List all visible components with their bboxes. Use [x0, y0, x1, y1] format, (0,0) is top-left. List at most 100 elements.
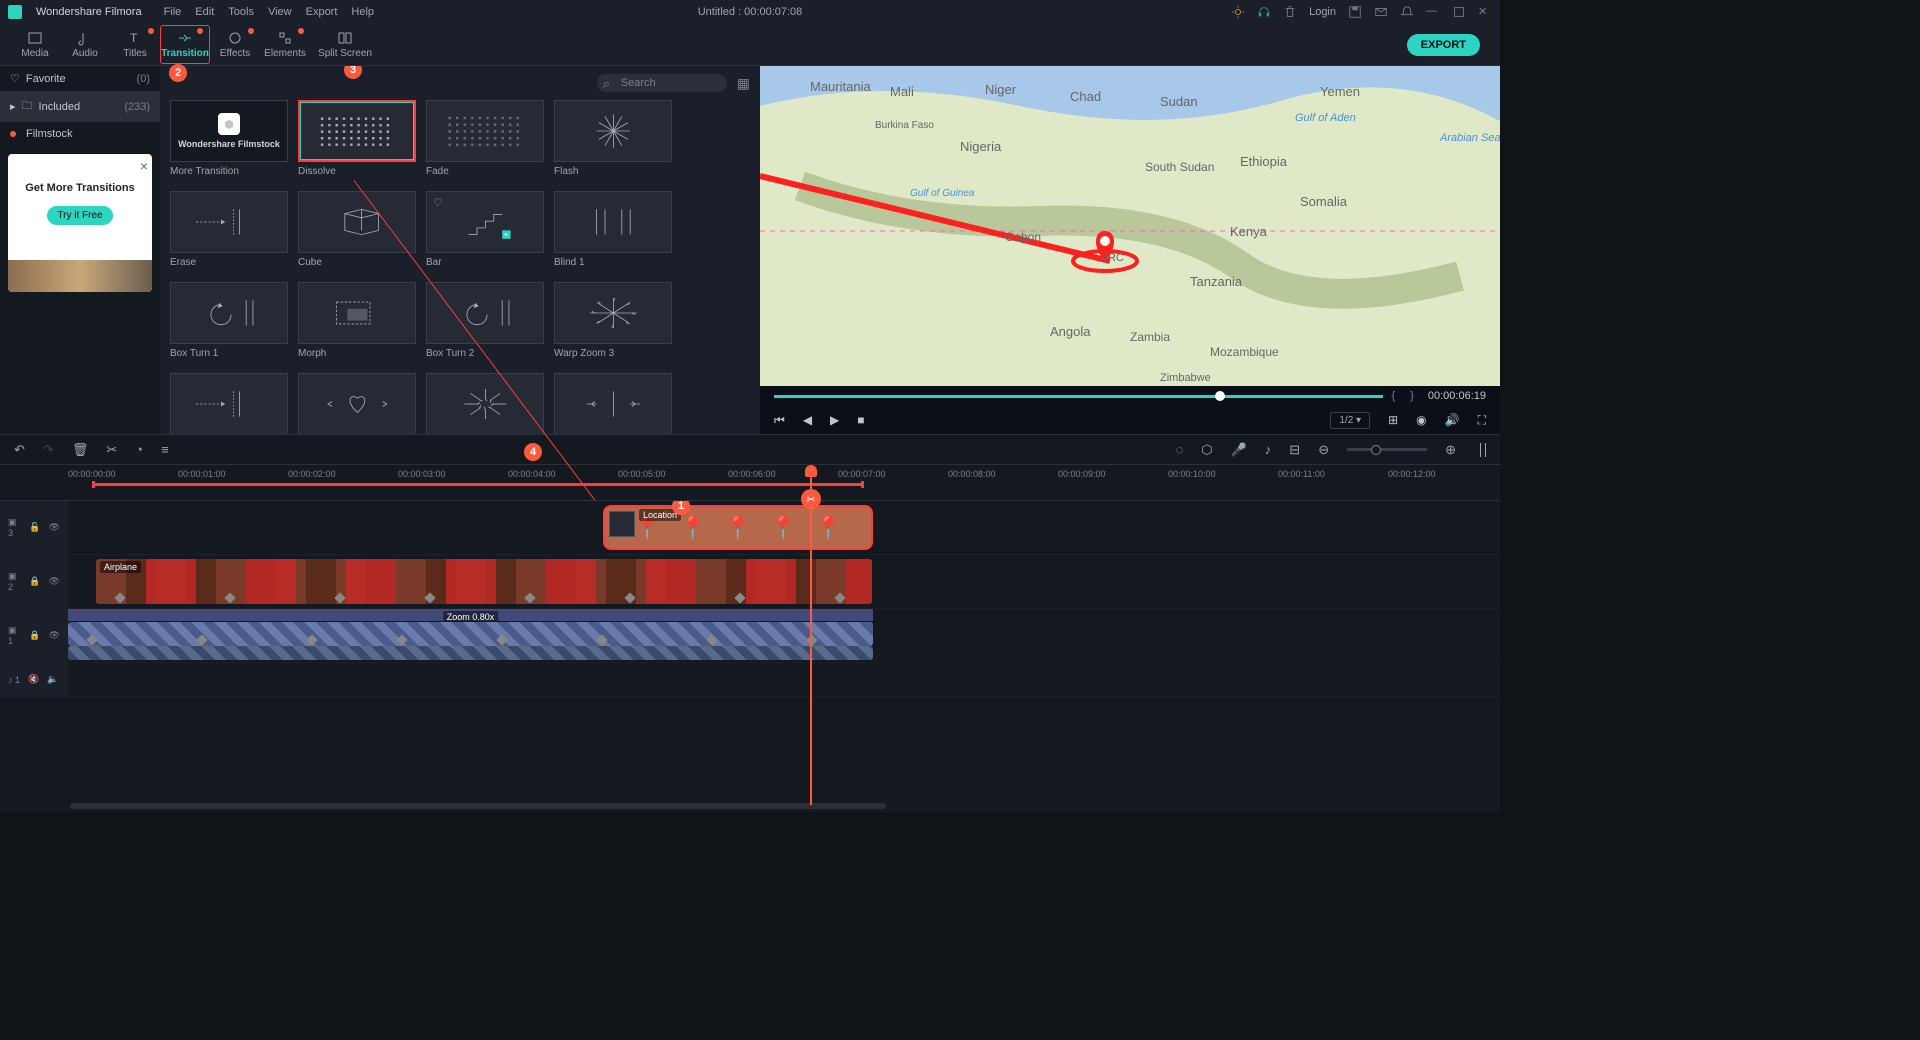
transition-item-14[interactable] [426, 373, 544, 434]
transition-more-transition[interactable]: ⬢Wondershare FilmstockMore Transition [170, 100, 288, 177]
quality-icon[interactable]: ⊞ [1388, 413, 1398, 427]
close-icon[interactable]: ✕ [1478, 5, 1492, 19]
undo-icon[interactable]: ↶ [14, 442, 25, 458]
save-icon[interactable] [1348, 5, 1362, 19]
ruler-tick: 00:00:12:00 [1388, 469, 1436, 479]
adjust-icon[interactable]: ≡ [161, 442, 169, 457]
zoom-out-icon[interactable]: ⊖ [1318, 442, 1329, 458]
trash-icon[interactable] [1283, 5, 1297, 19]
clip-airplane[interactable]: Airplane [96, 559, 872, 604]
tab-media[interactable]: Media [10, 26, 60, 63]
preview-zoom[interactable]: 1/2 ▾ [1330, 412, 1370, 429]
lock-icon[interactable]: 🔒 [29, 576, 40, 587]
zoom-fit-icon[interactable] [1480, 443, 1486, 457]
headphones-icon[interactable] [1257, 5, 1271, 19]
sun-icon[interactable] [1231, 5, 1245, 19]
stop-icon[interactable]: ■ [857, 413, 864, 427]
play-icon[interactable]: ▶ [830, 413, 839, 427]
track-lane[interactable]: Airplane [68, 555, 1500, 608]
lock-icon[interactable]: 🔓 [29, 522, 40, 533]
login-link[interactable]: Login [1309, 6, 1336, 18]
zoom-in-icon[interactable]: ⊕ [1445, 442, 1456, 458]
timeline-ruler[interactable]: ✂ 00:00:00:0000:00:01:0000:00:02:0000:00… [0, 465, 1500, 501]
snapshot-icon[interactable]: ◉ [1416, 413, 1426, 427]
tab-transition[interactable]: Transition [160, 25, 210, 64]
transition-box-turn-1[interactable]: Box Turn 1 [170, 282, 288, 359]
transition-item-13[interactable] [298, 373, 416, 434]
record-voice-icon[interactable]: 🎤 [1231, 442, 1247, 458]
split-icon[interactable]: ✂ [106, 442, 117, 458]
clip-basemap[interactable] [68, 622, 873, 646]
transition-fade[interactable]: Fade [426, 100, 544, 177]
minimize-icon[interactable]: — [1426, 5, 1440, 19]
grid-view-icon[interactable]: ▦ [737, 75, 750, 92]
transition-label: Erase [170, 257, 288, 268]
step-back-icon[interactable]: ◀ [803, 413, 812, 427]
tab-elements[interactable]: Elements [260, 26, 310, 63]
mixer-icon[interactable]: ♪ [1265, 442, 1272, 457]
preview-video[interactable]: Mauritania Mali Niger Chad Sudan Yemen B… [760, 66, 1500, 386]
sidebar-filmstock[interactable]: Filmstock [0, 122, 160, 146]
track-lane[interactable]: Location 📍📍📍📍📍 [68, 501, 1500, 554]
menu-export[interactable]: Export [306, 6, 338, 18]
favorite-icon[interactable]: ♡ [433, 196, 443, 209]
speaker-icon[interactable]: 🔈 [47, 674, 58, 685]
eye-icon[interactable]: 👁 [49, 630, 60, 641]
menu-help[interactable]: Help [351, 6, 374, 18]
cut-button[interactable]: ✂ [801, 489, 821, 509]
tab-audio[interactable]: Audio [60, 26, 110, 63]
transition-dissolve[interactable]: Dissolve [298, 100, 416, 177]
tab-titles[interactable]: TTitles [110, 26, 160, 63]
marker-icon[interactable]: ⬡ [1201, 442, 1212, 458]
promo-close-icon[interactable]: × [140, 158, 148, 174]
svg-text:Gulf of Guinea: Gulf of Guinea [910, 188, 975, 199]
eye-icon[interactable]: 👁 [49, 576, 60, 587]
clip-basemap-audio[interactable] [68, 646, 873, 660]
export-button[interactable]: EXPORT [1407, 34, 1480, 56]
search-input[interactable]: Search [597, 74, 727, 92]
snap-icon[interactable]: ⊟ [1289, 442, 1300, 458]
preview-scrubber[interactable]: { } 00:00:06:19 [760, 386, 1500, 406]
promo-try-button[interactable]: Try it Free [47, 206, 112, 225]
speed-icon[interactable]: ◔ [135, 442, 143, 457]
transition-item-15[interactable] [554, 373, 672, 434]
sidebar-favorite[interactable]: ♡ Favorite (0) [0, 66, 160, 91]
transition-warp-zoom-3[interactable]: Warp Zoom 3 [554, 282, 672, 359]
mute-icon[interactable]: 🔇 [28, 674, 39, 685]
transition-bar[interactable]: +♡Bar [426, 191, 544, 268]
work-area[interactable] [92, 483, 864, 486]
notification-icon[interactable] [1400, 5, 1414, 19]
timeline-scrollbar[interactable] [0, 800, 1500, 812]
mail-icon[interactable] [1374, 5, 1388, 19]
zoom-slider[interactable] [1347, 448, 1427, 451]
tab-split-screen[interactable]: Split Screen [310, 26, 380, 63]
transition-box-turn-2[interactable]: Box Turn 2 [426, 282, 544, 359]
lock-icon[interactable]: 🔒 [29, 630, 40, 641]
ruler-tick: 00:00:09:00 [1058, 469, 1106, 479]
eye-icon[interactable]: 👁 [49, 522, 60, 533]
render-icon[interactable]: ◌ [1176, 442, 1184, 457]
menu-edit[interactable]: Edit [195, 6, 214, 18]
playhead[interactable]: ✂ [810, 465, 812, 805]
clip-zoom[interactable]: Zoom 0.80x [68, 609, 873, 621]
redo-icon[interactable]: ↷ [43, 442, 54, 458]
sidebar-included[interactable]: ▸ 🗀 Included (233) [0, 91, 160, 122]
menu-file[interactable]: File [164, 6, 182, 18]
transition-erase[interactable]: Erase [170, 191, 288, 268]
track-lane[interactable]: Zoom 0.80x [68, 609, 1500, 662]
maximize-icon[interactable] [1452, 5, 1466, 19]
transition-item-12[interactable] [170, 373, 288, 434]
track-lane[interactable] [68, 663, 1500, 696]
prev-frame-icon[interactable]: ⏮ [774, 413, 785, 428]
transition-blind-1[interactable]: Blind 1 [554, 191, 672, 268]
tab-effects[interactable]: Effects [210, 26, 260, 63]
menu-tools[interactable]: Tools [228, 6, 254, 18]
menu-view[interactable]: View [268, 6, 292, 18]
fullscreen-icon[interactable]: ⛶ [1478, 413, 1486, 428]
transition-flash[interactable]: Flash [554, 100, 672, 177]
transition-cube[interactable]: Cube [298, 191, 416, 268]
delete-icon[interactable]: 🗑 [72, 442, 89, 458]
clip-location[interactable]: Location 📍📍📍📍📍 [603, 505, 873, 550]
volume-icon[interactable]: 🔊 [1445, 413, 1460, 427]
transition-morph[interactable]: Morph [298, 282, 416, 359]
